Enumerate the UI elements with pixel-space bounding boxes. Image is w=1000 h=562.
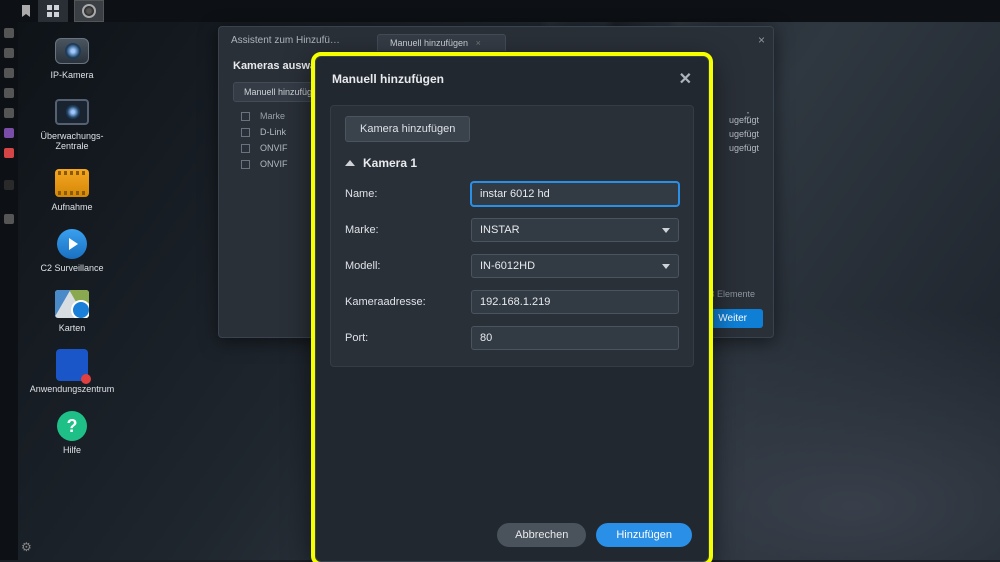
desktop-icon-label: Anwendungszentrum [30, 385, 115, 395]
desktop-icon-app-center[interactable]: Anwendungszentrum [28, 344, 116, 399]
camera-app-icon[interactable] [74, 0, 104, 22]
strip-icon[interactable] [4, 128, 14, 138]
system-taskbar [0, 0, 1000, 22]
desktop-icon-label: C2 Surveillance [40, 264, 103, 274]
chevron-down-icon [662, 228, 670, 233]
strip-icon[interactable] [4, 148, 14, 158]
desktop-icon-label: Hilfe [63, 446, 81, 456]
desktop-icon-label: Überwachungs- Zentrale [40, 132, 103, 152]
desktop-icons: IP-Kamera Überwachungs- Zentrale Aufnahm… [28, 30, 116, 460]
strip-icon[interactable] [4, 68, 14, 78]
apps-launcher-icon[interactable] [38, 0, 68, 22]
manual-add-dialog: Manuell hinzufügen ✕ Kamera hinzufügen K… [315, 56, 709, 562]
desktop-icon-recording[interactable]: Aufnahme [28, 162, 116, 217]
strip-icon[interactable] [4, 108, 14, 118]
left-activity-strip [0, 22, 18, 560]
desktop-icon-maps[interactable]: Karten [28, 283, 116, 338]
desktop-icon-label: IP-Kamera [50, 71, 93, 81]
camera-section-header[interactable]: Kamera 1 [345, 156, 679, 170]
strip-icon[interactable] [4, 88, 14, 98]
wizard-next-button[interactable]: Weiter [702, 309, 763, 328]
camera-name-input[interactable] [471, 182, 679, 206]
name-label: Name: [345, 188, 471, 200]
desktop-icon-label: Karten [59, 324, 86, 334]
strip-icon[interactable] [4, 180, 14, 190]
desktop-icon-label: Aufnahme [51, 203, 92, 213]
wizard-element-count: 3 Elemente [709, 289, 755, 299]
chevron-up-icon [345, 160, 355, 166]
brand-select[interactable]: INSTAR [471, 218, 679, 242]
camera-port-input[interactable] [471, 326, 679, 350]
strip-icon[interactable] [4, 28, 14, 38]
settings-gear-icon[interactable]: ⚙ [21, 540, 32, 554]
port-label: Port: [345, 332, 471, 344]
dialog-close-icon[interactable]: ✕ [679, 69, 692, 89]
model-label: Modell: [345, 260, 471, 272]
desktop-icon-c2-surveillance[interactable]: C2 Surveillance [28, 223, 116, 278]
model-select[interactable]: IN-6012HD [471, 254, 679, 278]
dialog-title: Manuell hinzufügen [332, 72, 444, 86]
desktop-icon-surveillance-center[interactable]: Überwachungs- Zentrale [28, 91, 116, 156]
address-label: Kameraadresse: [345, 296, 471, 308]
brand-label: Marke: [345, 224, 471, 236]
wizard-close-icon[interactable]: × [758, 33, 765, 47]
chevron-down-icon [662, 264, 670, 269]
strip-icon[interactable] [4, 48, 14, 58]
wizard-tab[interactable]: Manuell hinzufügen × [377, 34, 506, 51]
desktop-background: IP-Kamera Überwachungs- Zentrale Aufnahm… [18, 22, 1000, 560]
camera-address-input[interactable] [471, 290, 679, 314]
add-button[interactable]: Hinzufügen [596, 523, 692, 547]
desktop-icon-ip-camera[interactable]: IP-Kamera [28, 30, 116, 85]
strip-icon[interactable] [4, 214, 14, 224]
cancel-button[interactable]: Abbrechen [497, 523, 586, 547]
add-camera-button[interactable]: Kamera hinzufügen [345, 116, 470, 142]
desktop-icon-help[interactable]: ? Hilfe [28, 405, 116, 460]
bookmark-icon[interactable] [14, 0, 38, 22]
wizard-status-list: ugefügt ugefügt ugefügt [729, 113, 759, 155]
